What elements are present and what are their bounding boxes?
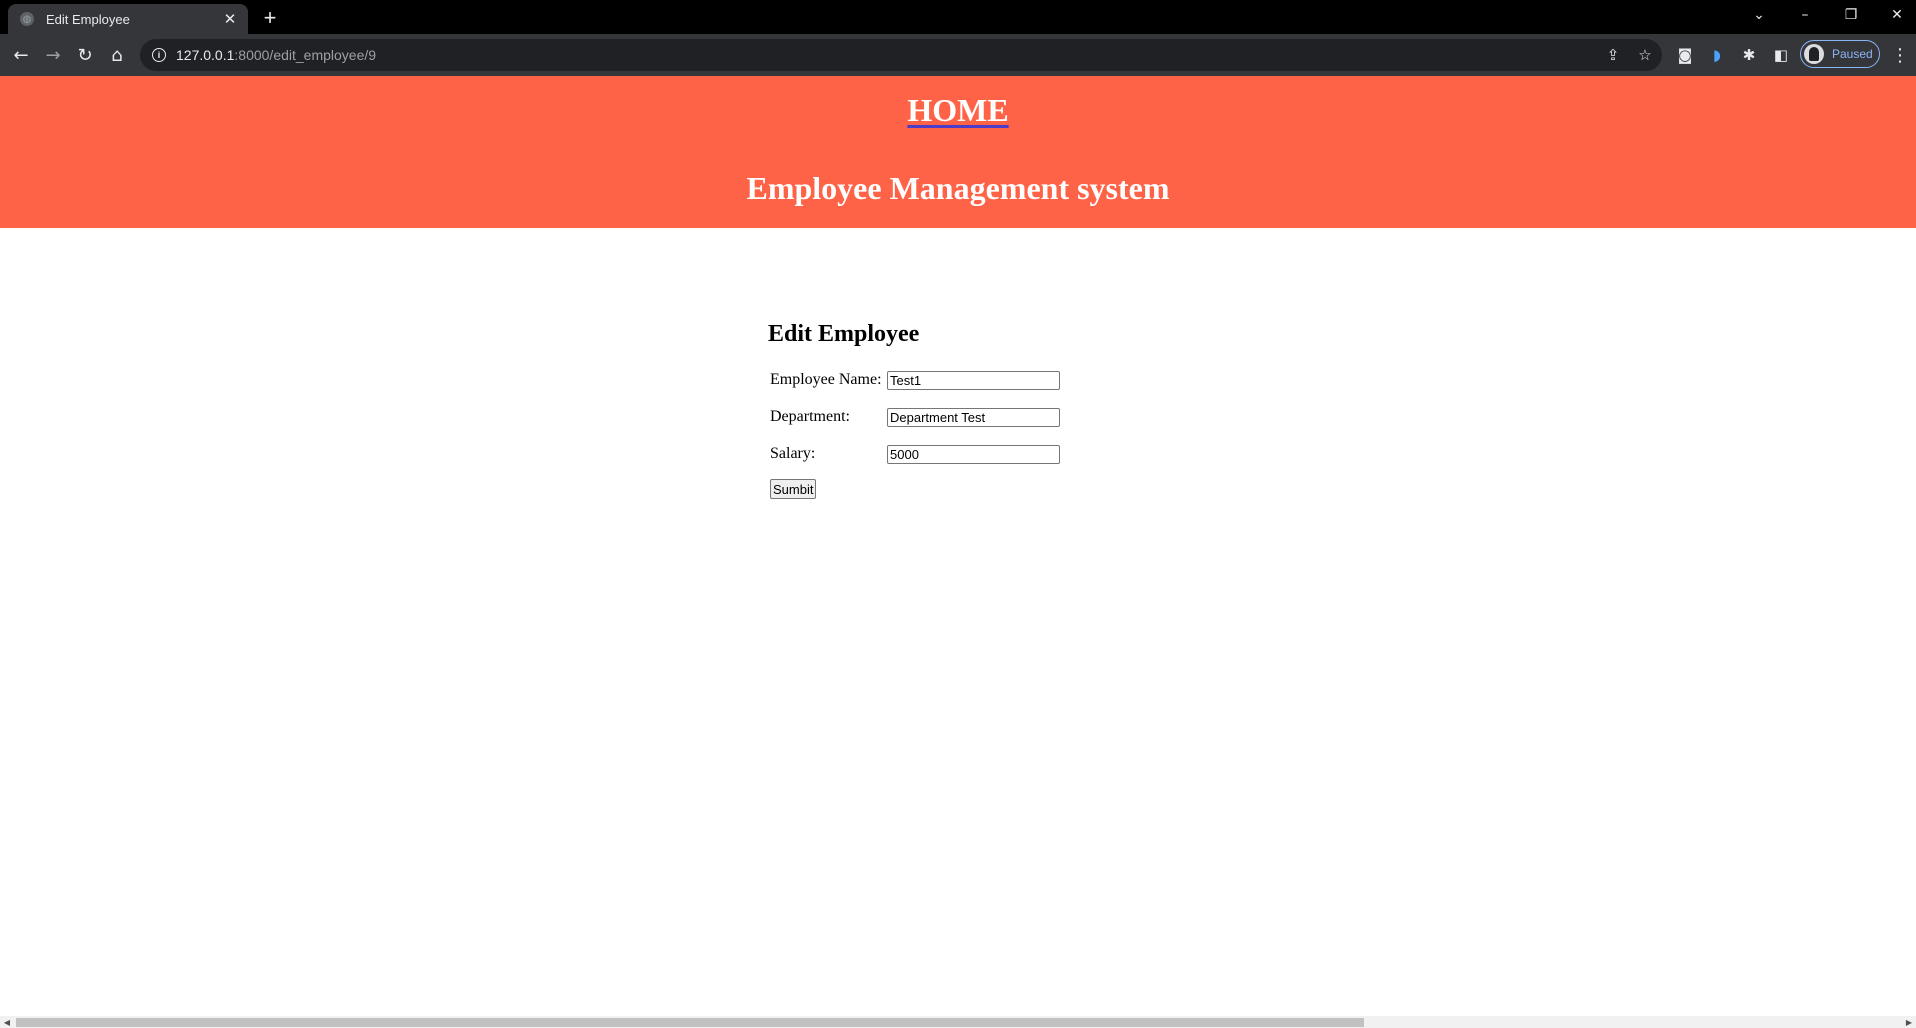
home-icon[interactable]: ⌂ <box>103 41 131 69</box>
page-viewport: HOME Employee Management system Edit Emp… <box>0 76 1916 1016</box>
reload-icon[interactable]: ↻ <box>71 41 99 69</box>
tab-search-icon[interactable]: ⌄ <box>1736 0 1782 30</box>
scroll-right-icon[interactable]: ▶ <box>1902 1016 1916 1028</box>
edit-employee-form: Edit Employee Employee Name: Department:… <box>768 321 1060 499</box>
restore-icon[interactable]: ❐ <box>1828 0 1874 30</box>
profile-button[interactable]: Paused <box>1800 40 1880 68</box>
url-host: 127.0.0.1 <box>176 47 235 63</box>
share-icon[interactable]: ⇪ <box>1600 39 1626 71</box>
scroll-left-icon[interactable]: ◀ <box>0 1016 14 1028</box>
form-title: Edit Employee <box>768 321 920 347</box>
site-info-icon[interactable]: i <box>152 48 166 62</box>
tab-title: Edit Employee <box>46 11 130 27</box>
extension-shield-icon[interactable]: ◗ <box>1704 41 1730 69</box>
department-label: Department: <box>770 408 850 425</box>
puzzle-icon[interactable]: ✱ <box>1736 41 1762 69</box>
salary-input[interactable] <box>887 444 1060 464</box>
url-path: :8000/edit_employee/9 <box>234 47 377 63</box>
salary-label: Salary: <box>770 445 816 462</box>
avatar <box>1804 44 1824 64</box>
back-arrow-icon[interactable]: ← <box>7 41 35 69</box>
browser-tab-strip: ◍ Edit Employee ✕ + ⌄ – ❐ ✕ <box>0 0 1916 34</box>
department-row: Department: <box>770 405 1060 429</box>
horizontal-scrollbar[interactable]: ◀ ▶ <box>0 1016 1916 1028</box>
new-tab-button[interactable]: + <box>258 5 282 30</box>
close-window-icon[interactable]: ✕ <box>1874 0 1916 30</box>
minimize-icon[interactable]: – <box>1782 0 1828 30</box>
forward-arrow-icon[interactable]: → <box>39 41 67 69</box>
employee-name-label: Employee Name: <box>770 371 882 388</box>
tab-edit-employee[interactable]: ◍ Edit Employee ✕ <box>8 4 248 34</box>
site-header: HOME Employee Management system <box>0 76 1916 228</box>
salary-row: Salary: <box>770 442 1060 466</box>
kebab-menu-icon[interactable]: ⋮ <box>1891 41 1909 69</box>
employee-name-row: Employee Name: <box>770 368 1060 392</box>
scrollbar-thumb[interactable] <box>16 1018 1364 1027</box>
employee-name-input[interactable] <box>887 370 1060 390</box>
home-link[interactable]: HOME <box>0 92 1916 129</box>
app-title: Employee Management system <box>746 170 1170 206</box>
address-bar[interactable]: i 127.0.0.1:8000/edit_employee/9 ⇪ ☆ <box>140 39 1662 71</box>
camera-icon[interactable]: ◙ <box>1672 41 1698 69</box>
browser-toolbar: ← → ↻ ⌂ i 127.0.0.1:8000/edit_employee/9… <box>0 34 1916 76</box>
globe-icon: ◍ <box>20 12 34 26</box>
tab-close-icon[interactable]: ✕ <box>222 10 238 28</box>
star-icon[interactable]: ☆ <box>1632 39 1658 71</box>
side-panel-icon[interactable]: ◧ <box>1768 41 1794 69</box>
profile-status: Paused <box>1832 47 1873 61</box>
submit-button[interactable]: Sumbit <box>770 479 817 499</box>
department-input[interactable] <box>887 407 1060 427</box>
